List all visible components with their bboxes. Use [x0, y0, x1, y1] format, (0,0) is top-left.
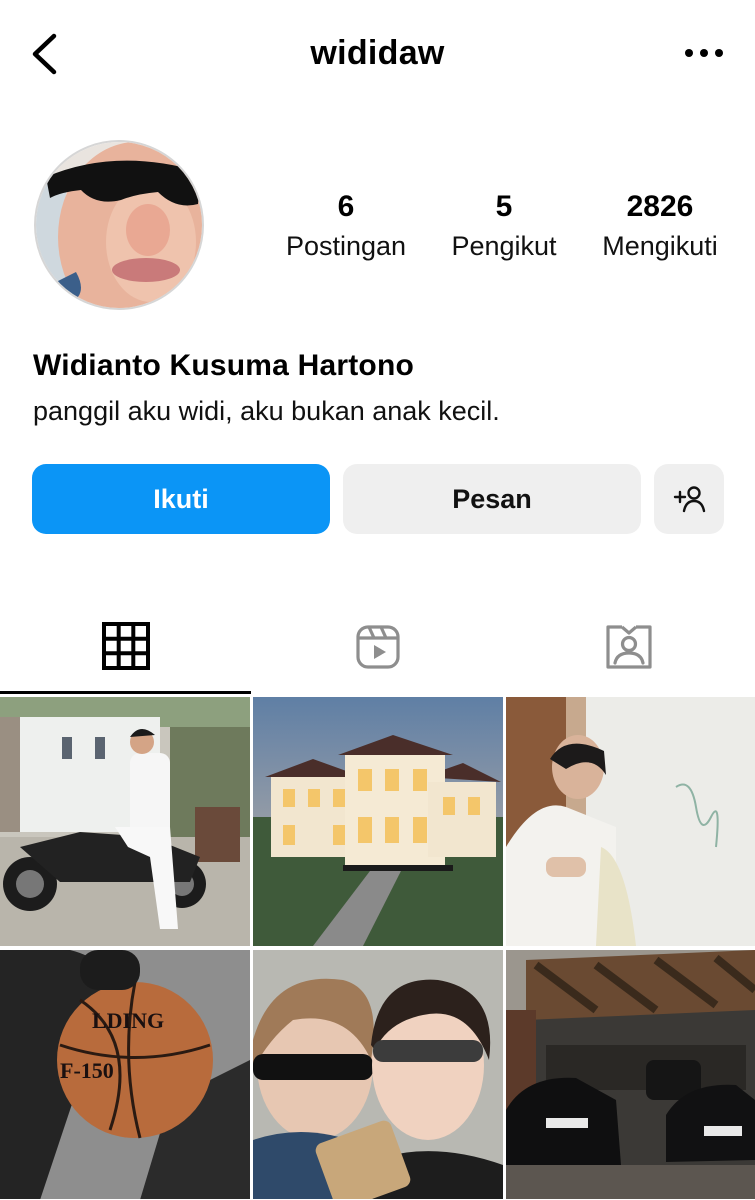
- followers-label: Pengikut: [451, 231, 557, 261]
- post-image-whiteboard: [506, 697, 755, 946]
- post-thumbnail-6[interactable]: [506, 950, 755, 1199]
- post-thumbnail-2[interactable]: [253, 697, 503, 946]
- top-bar: wididaw: [0, 0, 755, 110]
- tab-tagged[interactable]: [503, 600, 754, 694]
- reels-icon: [355, 625, 400, 669]
- following-count: 2826: [626, 190, 694, 223]
- tagged-person-icon: [605, 625, 652, 669]
- post-image-cars: [506, 950, 755, 1199]
- post-thumbnail-4[interactable]: LDING F-150: [0, 950, 250, 1199]
- posts-stat: 6 Postingan: [272, 188, 420, 266]
- tab-posts[interactable]: [0, 600, 251, 694]
- following-label: Mengikuti: [602, 231, 718, 261]
- avatar-image: [36, 142, 202, 308]
- message-button-label: Pesan: [452, 483, 532, 514]
- suggest-users-button[interactable]: [654, 464, 724, 534]
- profile-username: wididaw: [310, 34, 445, 72]
- following-stat[interactable]: 2826 Mengikuti: [588, 188, 732, 266]
- post-image-motorbike: [0, 697, 250, 946]
- profile-avatar[interactable]: [34, 140, 204, 310]
- post-thumbnail-3[interactable]: [506, 697, 755, 946]
- post-image-selfie: [253, 950, 503, 1199]
- post-thumbnail-1[interactable]: [0, 697, 250, 946]
- message-button[interactable]: Pesan: [343, 464, 641, 534]
- tab-reels[interactable]: [252, 600, 503, 694]
- post-image-basketball: LDING F-150: [0, 950, 250, 1199]
- grid-icon: [101, 621, 150, 670]
- follow-button[interactable]: Ikuti: [32, 464, 330, 534]
- more-options-button[interactable]: [680, 38, 730, 68]
- add-person-icon: [673, 486, 706, 513]
- follow-button-label: Ikuti: [153, 483, 209, 514]
- svg-text:LDING: LDING: [92, 1008, 164, 1033]
- posts-label: Postingan: [285, 231, 407, 261]
- profile-bio: panggil aku widi, aku bukan anak kecil.: [33, 396, 500, 426]
- followers-stat[interactable]: 5 Pengikut: [438, 188, 570, 266]
- profile-tabs: [0, 600, 755, 694]
- more-horizontal-icon: [685, 49, 723, 57]
- posts-grid: LDING F-150: [0, 697, 755, 1200]
- post-thumbnail-5[interactable]: [253, 950, 503, 1199]
- svg-text:F-150: F-150: [60, 1058, 114, 1083]
- post-image-mansion: [253, 697, 503, 946]
- posts-count: 6: [337, 190, 355, 223]
- followers-count: 5: [495, 190, 513, 223]
- profile-full-name: Widianto Kusuma Hartono: [33, 349, 414, 382]
